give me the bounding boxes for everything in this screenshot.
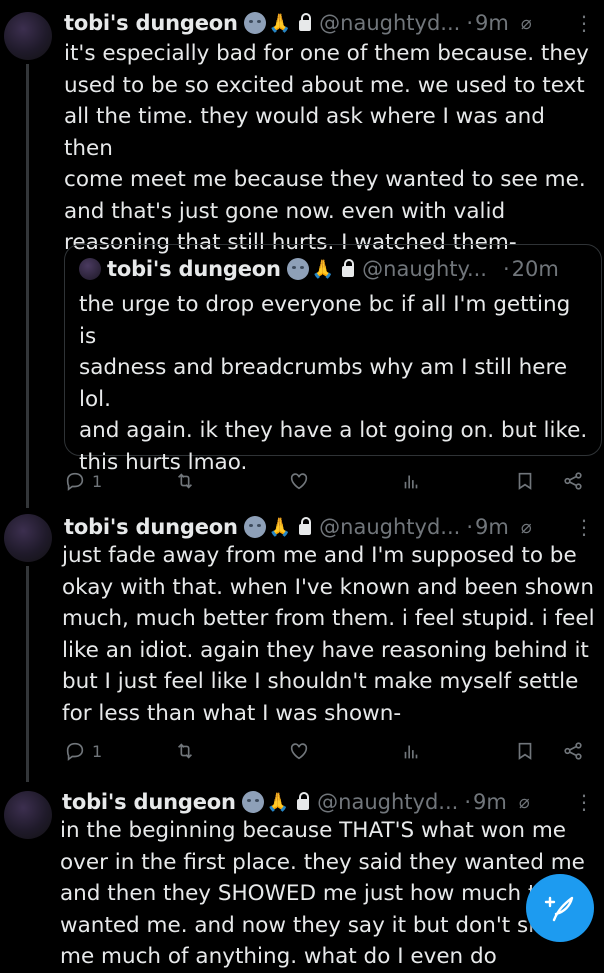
retweet-button[interactable] — [174, 470, 196, 492]
lock-icon — [297, 791, 310, 810]
separator-dot: · — [466, 515, 473, 539]
moon-emoji-icon — [241, 791, 264, 813]
grok-icon[interactable]: ⌀ — [521, 13, 532, 34]
tweet-1[interactable]: tobi's dungeon 🙏 @naughtyd... · 9m ⌀ ⋮ i… — [0, 0, 604, 510]
retweet-icon — [177, 743, 193, 759]
avatar[interactable] — [4, 791, 52, 839]
bookmark-button[interactable] — [514, 470, 536, 492]
tweet-actions: 1 — [64, 736, 594, 766]
bookmark-icon — [518, 472, 532, 490]
retweet-button[interactable] — [174, 740, 196, 762]
timestamp[interactable]: 9m — [475, 11, 509, 35]
lock-icon — [299, 12, 312, 31]
reply-button[interactable]: 1 — [64, 470, 102, 492]
praying-hands-icon: 🙏 — [266, 791, 290, 813]
tweet-text: it's especially bad for one of them beca… — [64, 41, 589, 255]
tweet-2[interactable]: tobi's dungeon 🙏 @naughtyd... · 9m ⌀ ⋮ j… — [0, 510, 604, 785]
quoted-user-handle: @naughty... — [362, 257, 487, 281]
quoted-tweet-header: tobi's dungeon 🙏 @naughty... · 20m — [79, 257, 559, 281]
avatar[interactable] — [4, 12, 52, 60]
user-handle[interactable]: @naughtyd... — [319, 515, 460, 539]
more-options-icon[interactable]: ⋮ — [574, 790, 594, 814]
timestamp[interactable]: 9m — [473, 790, 507, 814]
reply-button[interactable]: 1 — [64, 740, 102, 762]
tweet-3[interactable]: tobi's dungeon 🙏 @naughtyd... · 9m ⌀ ⋮ i… — [0, 785, 604, 969]
reply-icon — [66, 742, 84, 761]
praying-hands-icon: 🙏 — [311, 258, 335, 280]
timestamp[interactable]: 9m — [475, 515, 509, 539]
separator-dot: · — [466, 11, 473, 35]
like-button[interactable] — [288, 470, 310, 492]
moon-emoji-icon — [243, 12, 266, 34]
praying-hands-icon: 🙏 — [268, 12, 292, 34]
grok-icon[interactable]: ⌀ — [519, 792, 530, 813]
bookmark-button[interactable] — [514, 740, 536, 762]
display-name[interactable]: tobi's dungeon — [64, 515, 238, 539]
share-button[interactable] — [562, 470, 584, 492]
bookmark-icon — [518, 742, 532, 760]
more-options-icon[interactable]: ⋮ — [574, 515, 594, 539]
tweet-header: tobi's dungeon 🙏 @naughtyd... · 9m ⌀ ⋮ — [64, 8, 604, 38]
share-button[interactable] — [562, 740, 584, 762]
moon-emoji-icon — [243, 516, 266, 538]
separator-dot: · — [464, 790, 471, 814]
views-icon — [404, 475, 418, 489]
views-button[interactable] — [400, 470, 422, 492]
lock-icon — [299, 516, 312, 535]
views-icon — [404, 745, 418, 759]
quoted-timestamp: 20m — [511, 257, 559, 281]
lock-icon — [342, 258, 355, 277]
thread-line — [26, 64, 29, 508]
quoted-tweet-text: the urge to drop everyone bc if all I'm … — [79, 292, 588, 475]
views-button[interactable] — [400, 740, 422, 762]
moon-emoji-icon — [286, 258, 309, 280]
tweet-text: just fade away from me and I'm supposed … — [62, 543, 595, 726]
tweet-header: tobi's dungeon 🙏 @naughtyd... · 9m ⌀ ⋮ — [62, 787, 604, 817]
display-name[interactable]: tobi's dungeon — [62, 790, 236, 814]
share-icon — [564, 742, 582, 760]
compose-icon — [544, 896, 574, 922]
retweet-icon — [177, 473, 193, 489]
share-icon — [564, 472, 582, 490]
tweet-header: tobi's dungeon 🙏 @naughtyd... · 9m ⌀ ⋮ — [64, 512, 604, 542]
thread-line — [26, 566, 29, 782]
reply-icon — [66, 472, 84, 491]
more-options-icon[interactable]: ⋮ — [574, 11, 594, 35]
like-button[interactable] — [288, 740, 310, 762]
like-icon — [290, 743, 308, 760]
grok-icon[interactable]: ⌀ — [521, 517, 532, 538]
tweet-actions: 1 — [64, 466, 594, 496]
quoted-avatar — [79, 258, 101, 280]
tweet-text: in the beginning because THAT'S what won… — [60, 818, 585, 969]
compose-button[interactable] — [526, 874, 594, 942]
user-handle[interactable]: @naughtyd... — [317, 790, 458, 814]
quoted-display-name: tobi's dungeon — [107, 257, 281, 281]
reply-count: 1 — [92, 471, 103, 491]
quoted-tweet[interactable]: tobi's dungeon 🙏 @naughty... · 20m the u… — [64, 244, 602, 475]
avatar[interactable] — [4, 514, 52, 562]
display-name[interactable]: tobi's dungeon — [64, 11, 238, 35]
praying-hands-icon: 🙏 — [268, 516, 292, 538]
reply-count: 1 — [92, 741, 103, 761]
separator-dot: · — [502, 257, 510, 281]
user-handle[interactable]: @naughtyd... — [319, 11, 460, 35]
like-icon — [290, 473, 308, 490]
